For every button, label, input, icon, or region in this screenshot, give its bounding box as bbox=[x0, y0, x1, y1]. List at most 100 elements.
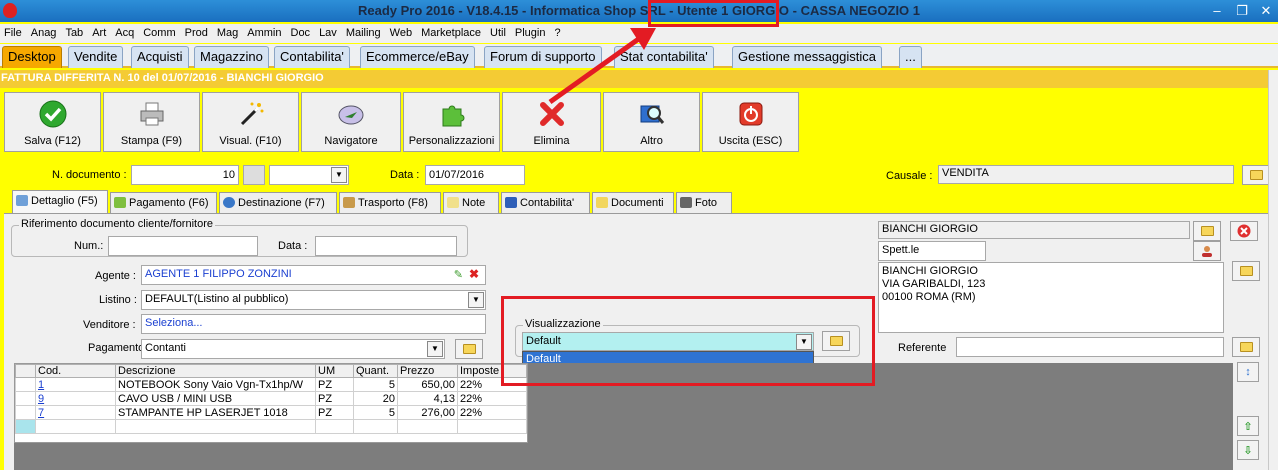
tab-contabilita-doc[interactable]: Contabilita' bbox=[501, 192, 590, 214]
tab-magazzino[interactable]: Magazzino bbox=[194, 46, 269, 68]
menu-file[interactable]: File bbox=[0, 24, 27, 39]
table-row[interactable]: 1 NOTEBOOK Sony Vaio Vgn-Tx1hp/W PZ 5 65… bbox=[15, 377, 527, 392]
cell-descrizione[interactable]: CAVO USB / MINI USB bbox=[115, 391, 316, 406]
move-up-button[interactable]: ⇧ bbox=[1237, 416, 1259, 436]
cell-quant[interactable]: 5 bbox=[353, 377, 398, 392]
menu-mailing[interactable]: Mailing bbox=[342, 24, 386, 39]
column-header-cod[interactable]: Cod. bbox=[35, 364, 116, 378]
menu-ammin[interactable]: Ammin bbox=[243, 24, 286, 39]
navigator-button[interactable]: Navigatore bbox=[301, 92, 401, 152]
tab-ecommerce[interactable]: Ecommerce/eBay bbox=[360, 46, 475, 68]
causale-browse-button[interactable] bbox=[1242, 165, 1270, 185]
doc-series-combo[interactable]: ▼ bbox=[269, 165, 349, 185]
customize-button[interactable]: Personalizzazioni bbox=[403, 92, 500, 152]
customer-contact-button[interactable] bbox=[1193, 241, 1221, 261]
clear-x-icon[interactable]: ✖ bbox=[469, 267, 479, 281]
cell-imposte[interactable]: 22% bbox=[457, 391, 527, 406]
print-button[interactable]: Stampa (F9) bbox=[103, 92, 200, 152]
ref-num-field[interactable] bbox=[108, 236, 258, 256]
item-code-link[interactable]: 1 bbox=[38, 379, 44, 391]
tab-messaggistica[interactable]: Gestione messaggistica bbox=[732, 46, 883, 68]
cell-quant[interactable]: 20 bbox=[353, 391, 398, 406]
chevron-down-icon[interactable]: ▼ bbox=[427, 341, 443, 357]
preview-button[interactable]: Visual. (F10) bbox=[202, 92, 299, 152]
tab-documenti[interactable]: Documenti bbox=[592, 192, 674, 214]
tab-desktop[interactable]: Desktop bbox=[2, 46, 62, 68]
tab-vendite[interactable]: Vendite bbox=[68, 46, 124, 68]
cell-quant[interactable] bbox=[353, 419, 398, 434]
doc-number-suffix-button[interactable] bbox=[243, 165, 265, 185]
menu-comm[interactable]: Comm bbox=[139, 24, 180, 39]
seller-field[interactable]: Seleziona... bbox=[141, 314, 486, 334]
table-row[interactable]: 9 CAVO USB / MINI USB PZ 20 4,13 22% bbox=[15, 391, 527, 406]
payment-combo[interactable]: Contanti ▼ bbox=[141, 339, 445, 359]
menu-anag[interactable]: Anag bbox=[27, 24, 62, 39]
menu-doc[interactable]: Doc bbox=[287, 24, 316, 39]
row-selector[interactable] bbox=[15, 377, 36, 392]
customer-clear-button[interactable] bbox=[1230, 221, 1258, 241]
tab-trasporto[interactable]: Trasporto (F8) bbox=[339, 192, 441, 214]
move-down-button[interactable]: ⇩ bbox=[1237, 440, 1259, 460]
doc-number-field[interactable] bbox=[131, 165, 239, 185]
cell-cod[interactable]: 9 bbox=[35, 391, 116, 406]
cell-descrizione[interactable] bbox=[115, 419, 316, 434]
cell-um[interactable]: PZ bbox=[315, 405, 354, 420]
salutation-field[interactable]: Spett.le bbox=[878, 241, 986, 261]
payment-browse-button[interactable] bbox=[455, 339, 483, 359]
menu-tab[interactable]: Tab bbox=[61, 24, 88, 39]
minimize-button[interactable]: – bbox=[1206, 2, 1228, 20]
causale-field[interactable]: VENDITA bbox=[938, 165, 1234, 184]
menu-mag[interactable]: Mag bbox=[213, 24, 243, 39]
tab-foto[interactable]: Foto bbox=[676, 192, 732, 214]
cell-imposte[interactable]: 22% bbox=[457, 405, 527, 420]
cell-prezzo[interactable]: 650,00 bbox=[397, 377, 458, 392]
table-row[interactable]: 7 STAMPANTE HP LASERJET 1018 PZ 5 276,00… bbox=[15, 405, 527, 420]
referente-browse-button[interactable] bbox=[1232, 337, 1260, 357]
menu-marketplace[interactable]: Marketplace bbox=[417, 24, 486, 39]
close-window-button[interactable]: ✕ bbox=[1255, 2, 1277, 20]
agent-field[interactable]: AGENTE 1 FILIPPO ZONZINI ✎ ✖ bbox=[141, 265, 486, 285]
cell-cod[interactable]: 1 bbox=[35, 377, 116, 392]
cell-um[interactable] bbox=[315, 419, 354, 434]
row-selector[interactable] bbox=[15, 391, 36, 406]
cell-um[interactable]: PZ bbox=[315, 391, 354, 406]
cell-prezzo[interactable]: 276,00 bbox=[397, 405, 458, 420]
cell-um[interactable]: PZ bbox=[315, 377, 354, 392]
ref-date-field[interactable] bbox=[315, 236, 457, 256]
cell-descrizione[interactable]: STAMPANTE HP LASERJET 1018 bbox=[115, 405, 316, 420]
edit-pencil-icon[interactable]: ✎ bbox=[454, 268, 463, 281]
tab-more[interactable]: ... bbox=[899, 46, 922, 68]
referente-field[interactable] bbox=[956, 337, 1224, 357]
row-selector[interactable] bbox=[15, 405, 36, 420]
cell-cod[interactable] bbox=[35, 419, 116, 434]
save-button[interactable]: Salva (F12) bbox=[4, 92, 101, 152]
address-browse-button[interactable] bbox=[1232, 261, 1260, 281]
column-header-prezzo[interactable]: Prezzo bbox=[397, 364, 458, 378]
move-updown-button[interactable]: ↕ bbox=[1237, 362, 1259, 382]
cell-imposte[interactable] bbox=[457, 419, 527, 434]
item-code-link[interactable]: 9 bbox=[38, 393, 44, 405]
tab-acquisti[interactable]: Acquisti bbox=[131, 46, 189, 68]
cell-prezzo[interactable] bbox=[397, 419, 458, 434]
chevron-down-icon[interactable]: ▼ bbox=[468, 292, 484, 308]
tab-note[interactable]: Note bbox=[443, 192, 499, 214]
tab-dettaglio[interactable]: Dettaglio (F5) bbox=[12, 190, 108, 214]
menu-web[interactable]: Web bbox=[386, 24, 417, 39]
column-header-um[interactable]: UM bbox=[315, 364, 354, 378]
item-code-link[interactable]: 7 bbox=[38, 407, 44, 419]
cell-cod[interactable]: 7 bbox=[35, 405, 116, 420]
customer-address-box[interactable]: BIANCHI GIORGIO VIA GARIBALDI, 123 00100… bbox=[878, 262, 1224, 333]
pricelist-combo[interactable]: DEFAULT(Listino al pubblico) ▼ bbox=[141, 290, 486, 310]
tab-destinazione[interactable]: Destinazione (F7) bbox=[219, 192, 337, 214]
chevron-down-icon[interactable]: ▼ bbox=[331, 167, 347, 183]
tab-contabilita[interactable]: Contabilita' bbox=[274, 46, 350, 68]
menu-lav[interactable]: Lav bbox=[315, 24, 342, 39]
row-selector[interactable] bbox=[15, 419, 36, 434]
cell-prezzo[interactable]: 4,13 bbox=[397, 391, 458, 406]
customer-browse-button[interactable] bbox=[1193, 221, 1221, 241]
customer-name-field[interactable]: BIANCHI GIORGIO bbox=[878, 221, 1190, 239]
cell-quant[interactable]: 5 bbox=[353, 405, 398, 420]
cell-descrizione[interactable]: NOTEBOOK Sony Vaio Vgn-Tx1hp/W bbox=[115, 377, 316, 392]
column-header-descrizione[interactable]: Descrizione bbox=[115, 364, 316, 378]
menu-acq[interactable]: Acq bbox=[111, 24, 139, 39]
